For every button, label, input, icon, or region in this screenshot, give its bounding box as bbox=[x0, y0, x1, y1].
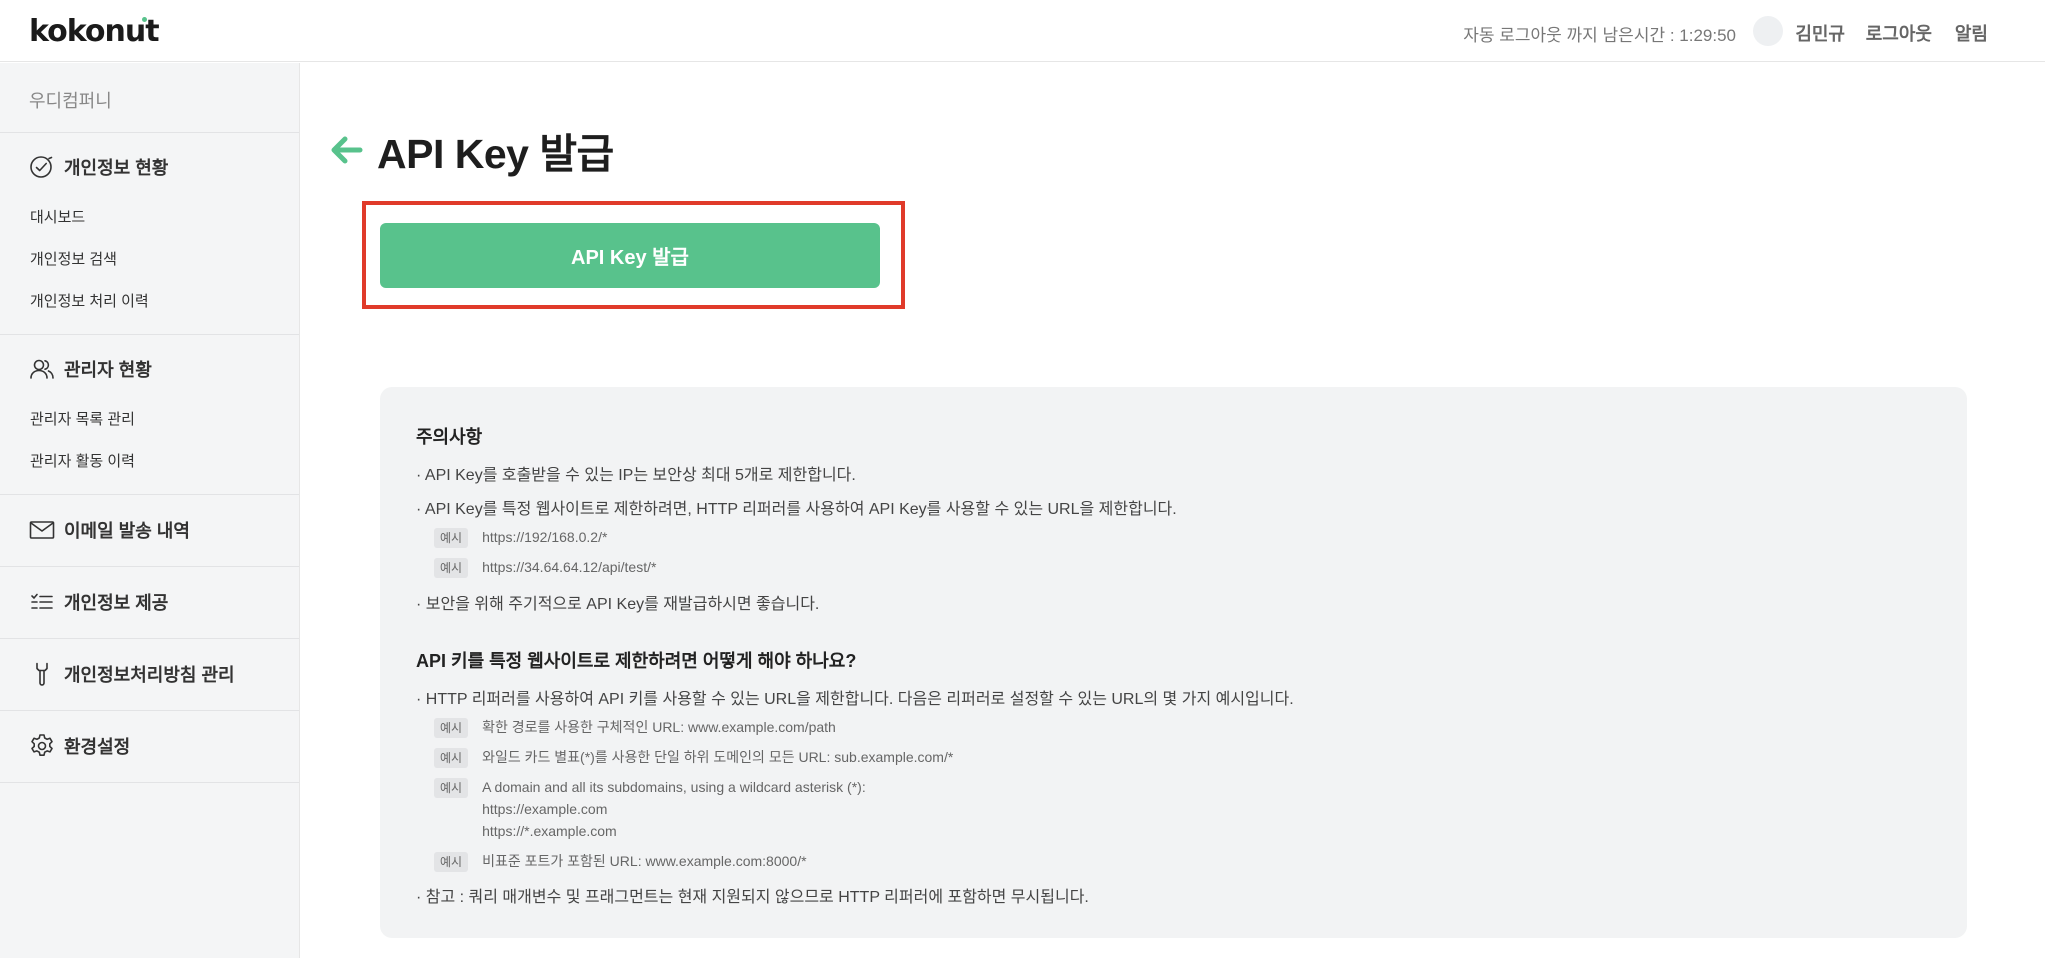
sidebar-divider bbox=[0, 782, 299, 783]
api-key-issue-button[interactable]: API Key 발급 bbox=[380, 223, 880, 288]
example-text-block: A domain and all its subdomains, using a… bbox=[482, 776, 866, 842]
top-header: kokonut 자동 로그아웃 까지 남은시간 : 1:29:50 김민규 로그… bbox=[0, 0, 2045, 62]
example-row: 예시 https://34.64.64.12/api/test/* bbox=[434, 558, 656, 578]
page-title: API Key 발급 bbox=[377, 131, 614, 177]
example-text: https://192/168.0.2/* bbox=[482, 529, 608, 545]
example-tag: 예시 bbox=[434, 558, 469, 578]
sidebar-section-privacy-status[interactable]: 개인정보 현황 bbox=[29, 154, 168, 180]
example-text: https://*.example.com bbox=[482, 823, 617, 839]
sidebar-divider bbox=[0, 334, 299, 335]
sidebar-item-privacy-history[interactable]: 개인정보 처리 이력 bbox=[30, 290, 149, 311]
example-row: 예시 A domain and all its subdomains, usin… bbox=[434, 778, 866, 842]
example-row: 예시 비표준 포트가 포함된 URL: www.example.com:8000… bbox=[434, 852, 807, 872]
company-name: 우디컴퍼니 bbox=[29, 91, 112, 111]
notice-panel: 주의사항 · API Key를 호출받을 수 있는 IP는 보안상 최대 5개로… bbox=[380, 387, 1967, 938]
example-text: A domain and all its subdomains, using a… bbox=[482, 779, 866, 795]
example-text: 와일드 카드 별표(*)를 사용한 단일 하위 도메인의 모든 URL: sub… bbox=[482, 749, 954, 765]
sidebar-section-label: 관리자 현황 bbox=[64, 360, 152, 380]
sidebar: 우디컴퍼니 개인정보 현황 대시보드 개인정보 검색 개인정보 처리 이력 관리… bbox=[0, 63, 300, 958]
sidebar-divider bbox=[0, 494, 299, 495]
sidebar-section-label: 개인정보 현황 bbox=[64, 158, 169, 178]
gear-icon bbox=[31, 734, 53, 756]
back-arrow-icon[interactable] bbox=[330, 130, 364, 170]
example-row: 예시 https://192/168.0.2/* bbox=[434, 528, 607, 548]
users-icon bbox=[30, 359, 54, 379]
example-row: 예시 확한 경로를 사용한 구체적인 URL: www.example.com/… bbox=[434, 718, 836, 738]
header-user-area: 자동 로그아웃 까지 남은시간 : 1:29:50 김민규 로그아웃 알림 bbox=[1345, 0, 2045, 62]
sidebar-section-settings[interactable]: 환경설정 bbox=[29, 733, 130, 759]
example-text: https://34.64.64.12/api/test/* bbox=[482, 559, 657, 575]
example-text: https://example.com bbox=[482, 801, 608, 817]
sidebar-section-label: 개인정보처리방침 관리 bbox=[64, 665, 235, 685]
sidebar-section-label: 환경설정 bbox=[64, 737, 131, 757]
notice-heading: 주의사항 bbox=[416, 427, 483, 447]
sidebar-item-privacy-search[interactable]: 개인정보 검색 bbox=[30, 248, 117, 269]
sidebar-divider bbox=[0, 710, 299, 711]
sidebar-section-policy[interactable]: 개인정보처리방침 관리 bbox=[29, 661, 235, 687]
sidebar-divider bbox=[0, 566, 299, 567]
sidebar-section-label: 개인정보 제공 bbox=[64, 593, 169, 613]
logout-button[interactable]: 로그아웃 bbox=[1866, 20, 1932, 46]
sidebar-section-privacy-provide[interactable]: 개인정보 제공 bbox=[29, 589, 168, 615]
sidebar-item-admin-activity[interactable]: 관리자 활동 이력 bbox=[30, 450, 135, 471]
notice-item: · 보안을 위해 주기적으로 API Key를 재발급하시면 좋습니다. bbox=[416, 596, 820, 613]
notice-item: · API Key를 특정 웹사이트로 제한하려면, HTTP 리퍼러를 사용하… bbox=[416, 501, 1177, 518]
sidebar-section-admin-status[interactable]: 관리자 현황 bbox=[29, 356, 152, 382]
logout-timer: 자동 로그아웃 까지 남은시간 : 1:29:50 bbox=[1463, 26, 1736, 45]
example-tag: 예시 bbox=[434, 852, 469, 872]
notice-item: · HTTP 리퍼러를 사용하여 API 키를 사용할 수 있는 URL을 제한… bbox=[416, 691, 1294, 708]
sidebar-item-admin-list[interactable]: 관리자 목록 관리 bbox=[30, 408, 135, 429]
sidebar-divider bbox=[0, 132, 299, 133]
logo-dot bbox=[142, 17, 147, 22]
mail-icon bbox=[29, 521, 55, 539]
example-row: 예시 와일드 카드 별표(*)를 사용한 단일 하위 도메인의 모든 URL: … bbox=[434, 748, 953, 768]
notice-heading: API 키를 특정 웹사이트로 제한하려면 어떻게 해야 하나요? bbox=[416, 651, 857, 671]
example-tag: 예시 bbox=[434, 748, 469, 768]
example-tag: 예시 bbox=[434, 718, 469, 738]
example-tag: 예시 bbox=[434, 528, 469, 548]
sidebar-section-label: 이메일 발송 내역 bbox=[64, 521, 190, 541]
avatar[interactable] bbox=[1753, 16, 1783, 46]
notice-note: · 참고 : 쿼리 매개변수 및 프래그먼트는 현재 지원되지 않으므로 HTT… bbox=[416, 889, 1089, 906]
example-tag: 예시 bbox=[434, 778, 469, 798]
user-name[interactable]: 김민규 bbox=[1795, 20, 1845, 46]
wrench-icon bbox=[36, 662, 48, 686]
example-text: 확한 경로를 사용한 구체적인 URL: www.example.com/pat… bbox=[482, 719, 836, 735]
kokonut-logo[interactable]: kokonut bbox=[29, 14, 160, 49]
notice-item: · API Key를 호출받을 수 있는 IP는 보안상 최대 5개로 제한합니… bbox=[416, 467, 856, 484]
check-circle-icon bbox=[30, 156, 53, 178]
list-icon bbox=[31, 593, 53, 609]
alarm-button[interactable]: 알림 bbox=[1955, 20, 1988, 46]
sidebar-item-dashboard[interactable]: 대시보드 bbox=[30, 206, 85, 227]
sidebar-section-email[interactable]: 이메일 발송 내역 bbox=[29, 517, 190, 543]
sidebar-divider bbox=[0, 638, 299, 639]
example-text: 비표준 포트가 포함된 URL: www.example.com:8000/* bbox=[482, 853, 807, 869]
